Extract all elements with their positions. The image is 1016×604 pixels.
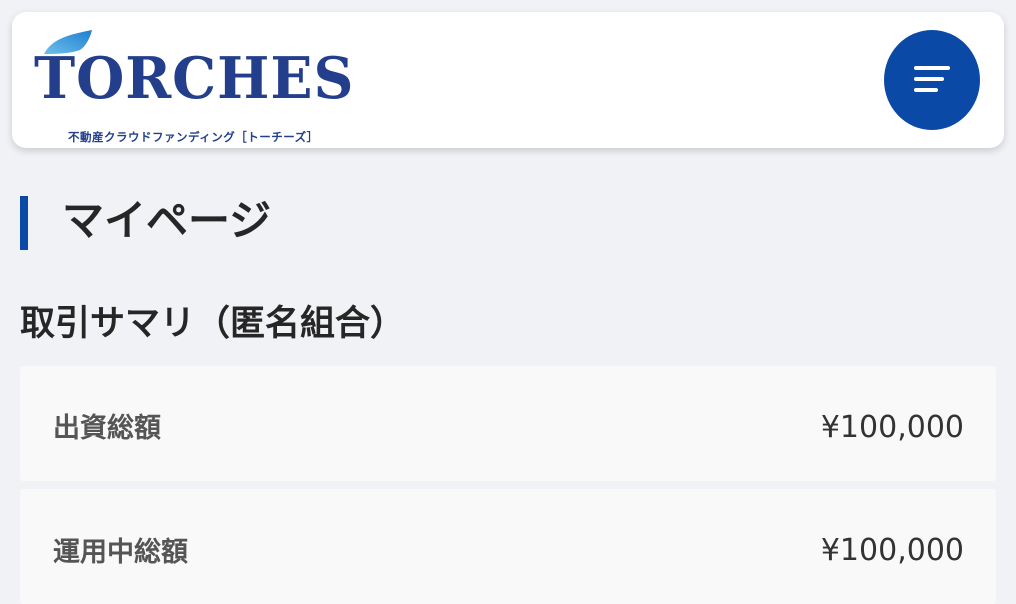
section-title: 取引サマリ（匿名組合） [20, 304, 406, 344]
summary-row-label: 運用中総額 [53, 537, 188, 568]
summary-row-label: 出資総額 [53, 413, 161, 444]
torches-logo[interactable]: TORCHES 不動産クラウドファンディング［トーチーズ］ [34, 28, 354, 144]
summary-row-value: ¥100,000 [820, 410, 964, 445]
logo-wordmark: TORCHES [34, 45, 355, 112]
menu-button[interactable] [884, 30, 980, 130]
hamburger-menu-icon-line [914, 77, 944, 81]
hamburger-menu-icon-line [914, 88, 938, 92]
title-accent-bar [20, 196, 28, 250]
hamburger-menu-icon [914, 66, 950, 70]
page-title: マイページ [62, 196, 272, 245]
site-header: TORCHES 不動産クラウドファンディング［トーチーズ］ [12, 12, 1004, 148]
summary-row-operating-total: 運用中総額 ¥100,000 [20, 489, 996, 604]
logo-subtitle: 不動産クラウドファンディング［トーチーズ］ [68, 130, 319, 144]
summary-row-total-investment: 出資総額 ¥100,000 [20, 366, 996, 481]
summary-row-value: ¥100,000 [820, 533, 964, 568]
